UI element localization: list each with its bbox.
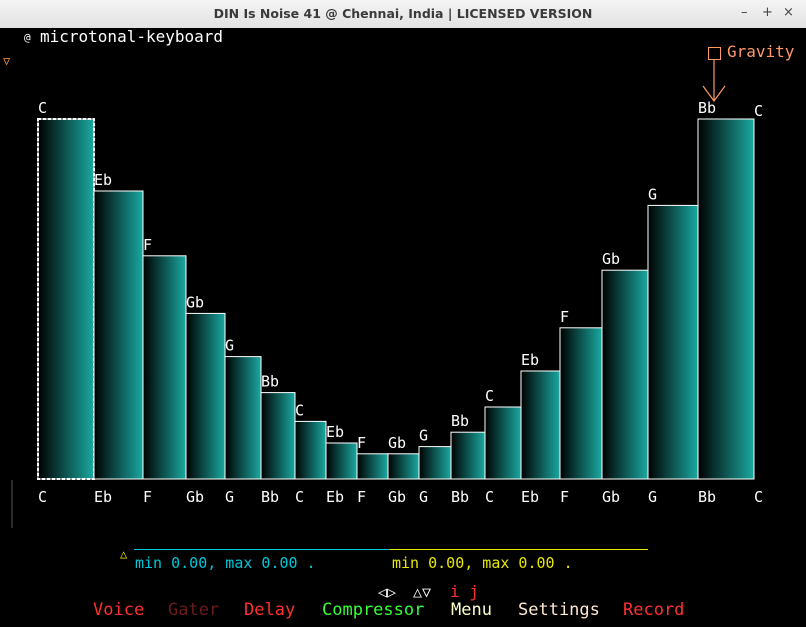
menu-menu[interactable]: Menu [451, 602, 492, 619]
range-left-text: min 0.00, max 0.00 . [135, 554, 316, 572]
key-label-bottom: F [357, 488, 366, 506]
key-bar-4[interactable] [224, 356, 262, 480]
key-label-top: G [419, 427, 428, 445]
key-label-top: Eb [326, 423, 344, 441]
range-line-left [134, 549, 390, 550]
key-bar-10[interactable] [418, 446, 452, 480]
key-bar-17[interactable] [697, 118, 755, 480]
maximize-button[interactable]: + [762, 5, 773, 20]
key-label-bottom: Gb [602, 488, 620, 506]
key-label-top: C [38, 99, 47, 117]
key-label-top: G [648, 185, 657, 203]
menu-record[interactable]: Record [623, 602, 684, 619]
ij-keys[interactable]: i j [450, 584, 479, 600]
key-label-bottom: Eb [326, 488, 344, 506]
app-canvas: @ microtonal-keyboard ▽ Gravity C C Eb Eb F F… [0, 28, 806, 627]
key-label-top: Eb [521, 351, 539, 369]
key-label-top: C [295, 401, 304, 419]
key-label-top: F [560, 308, 569, 326]
up-down-arrows-icon[interactable]: △▽ [413, 585, 431, 600]
key-label-bottom: G [648, 488, 657, 506]
key-bar-5[interactable] [260, 392, 296, 480]
key-label-bottom: G [225, 488, 234, 506]
key-bar-7[interactable] [325, 442, 358, 480]
menu-settings[interactable]: Settings [518, 602, 600, 619]
key-label-top: Gb [602, 250, 620, 268]
key-label-top: Gb [388, 434, 406, 452]
range-right-text: min 0.00, max 0.00 . [392, 554, 573, 572]
key-bar-3[interactable] [185, 312, 226, 480]
menu-delay[interactable]: Delay [244, 602, 295, 619]
key-label-bottom: G [419, 488, 428, 506]
menu-voice[interactable]: Voice [93, 602, 144, 619]
key-label-bottom: C [754, 488, 763, 506]
key-bar-9[interactable] [387, 453, 420, 480]
key-label-bottom: C [38, 488, 47, 506]
key-label-bottom: Eb [94, 488, 112, 506]
key-bar-16[interactable] [647, 204, 699, 480]
key-label-top: Bb [451, 412, 469, 430]
key-bar-6[interactable] [294, 420, 327, 480]
key-label-bottom: Bb [698, 488, 716, 506]
key-bar-15[interactable] [601, 269, 649, 480]
key-label-top: Eb [94, 171, 112, 189]
microtonal-keyboard[interactable]: C C Eb Eb F F Gb Gb G G Bb Bb C C Eb Eb F F Gb Gb G G Bb Bb C C Eb… [0, 28, 806, 528]
key-label-top: C [754, 102, 763, 120]
key-bar-11[interactable] [450, 431, 486, 480]
window-title: DIN Is Noise 41 @ Chennai, India | LICEN… [213, 6, 593, 21]
key-label-top: F [357, 434, 366, 452]
key-bar-1[interactable] [93, 190, 144, 480]
range-triangle-icon[interactable]: △ [120, 548, 127, 560]
key-bar-2[interactable] [142, 255, 187, 480]
key-label-bottom: Bb [261, 488, 279, 506]
menu-gater[interactable]: Gater [168, 602, 219, 619]
close-button[interactable]: × [783, 5, 794, 20]
key-label-bottom: Bb [451, 488, 469, 506]
key-label-top: G [225, 337, 234, 355]
key-label-bottom: C [295, 488, 304, 506]
key-label-top: F [143, 236, 152, 254]
key-bar-14[interactable] [559, 327, 603, 480]
key-label-top: Bb [698, 99, 716, 117]
key-label-bottom: F [560, 488, 569, 506]
key-label-bottom: F [143, 488, 152, 506]
minimize-button[interactable]: – [741, 5, 748, 20]
key-bar-12[interactable] [484, 406, 522, 480]
key-label-top: Gb [186, 293, 204, 311]
key-label-bottom: Gb [388, 488, 406, 506]
left-right-arrows-icon[interactable]: ◁▷ [378, 585, 396, 600]
key-bar-0[interactable] [37, 118, 95, 480]
key-label-bottom: Gb [186, 488, 204, 506]
key-label-bottom: C [485, 488, 494, 506]
key-label-bottom: Eb [521, 488, 539, 506]
menu-compressor[interactable]: Compressor [322, 602, 424, 619]
window-titlebar: DIN Is Noise 41 @ Chennai, India | LICEN… [0, 0, 806, 29]
key-label-top: Bb [261, 373, 279, 391]
range-line-right [390, 549, 648, 550]
key-bar-8[interactable] [356, 453, 389, 480]
key-bar-13[interactable] [520, 370, 561, 480]
key-label-top: C [485, 387, 494, 405]
